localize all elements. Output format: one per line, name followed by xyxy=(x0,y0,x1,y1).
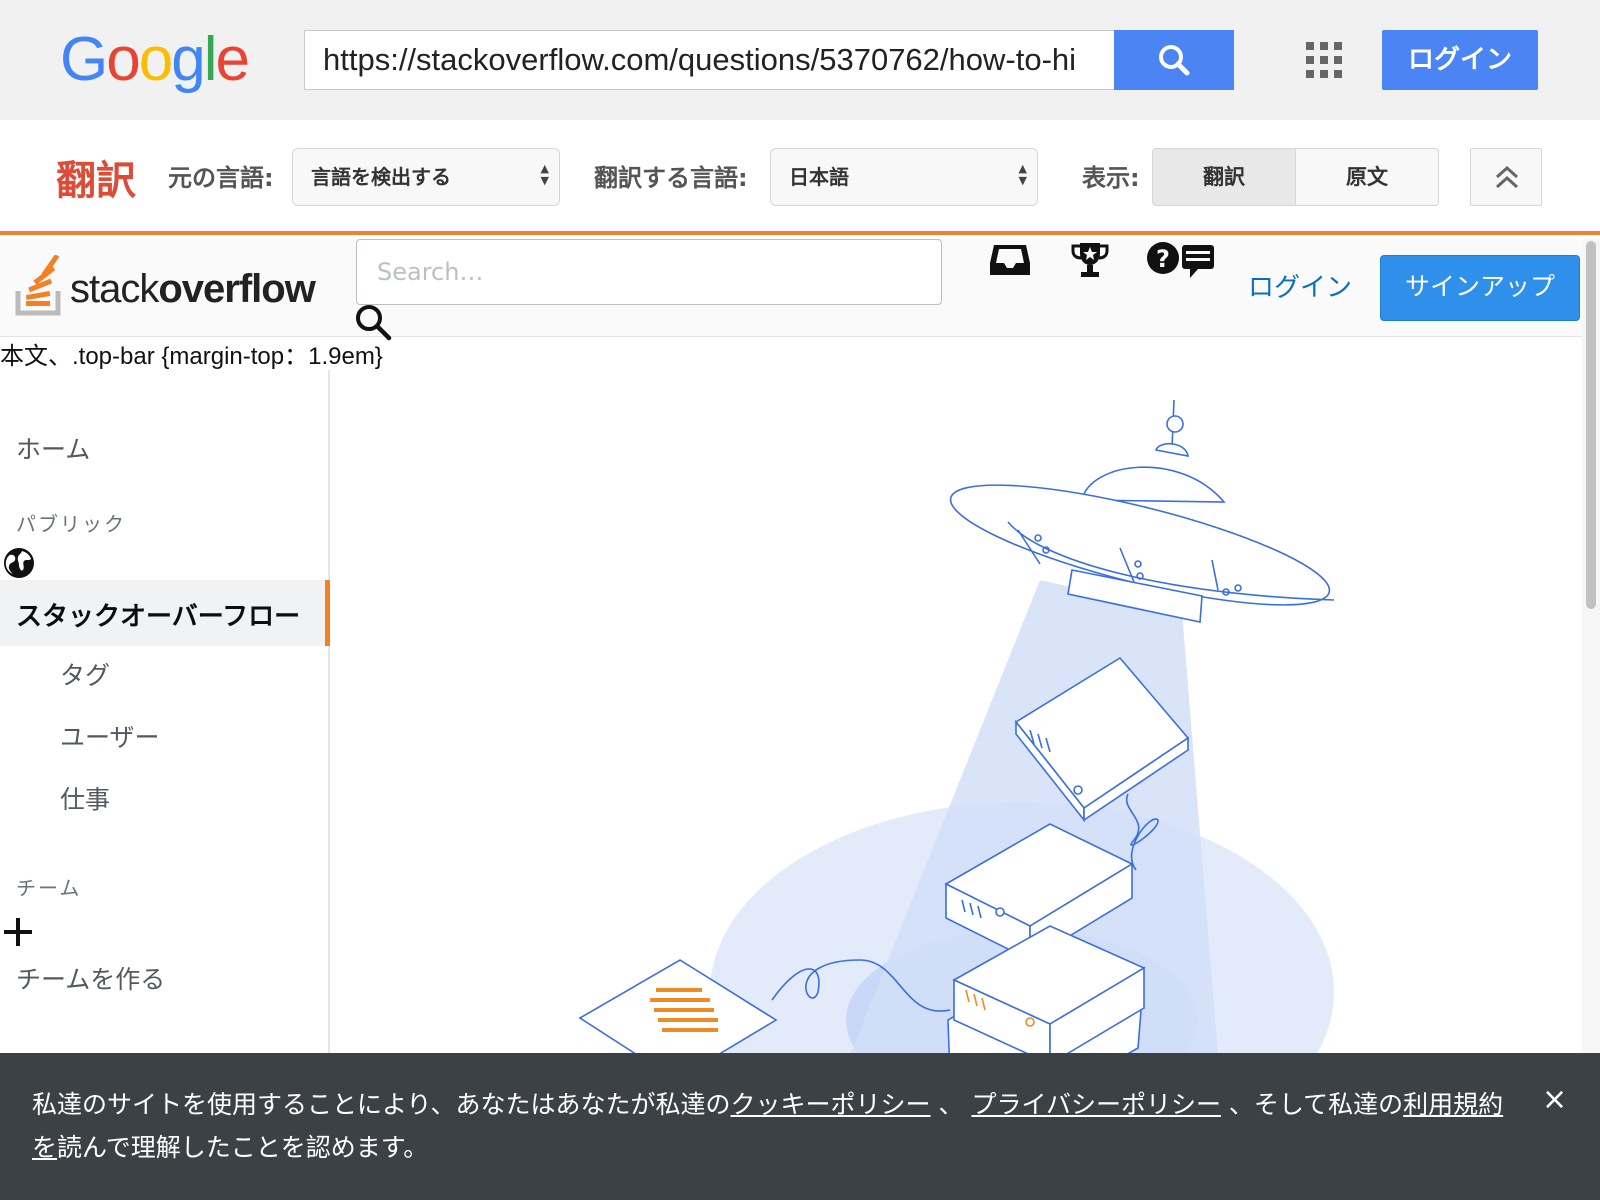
view-label: 表示: xyxy=(1082,164,1140,192)
privacy-policy-link[interactable]: プライバシーポリシー xyxy=(971,1090,1221,1119)
svg-text:?: ? xyxy=(1156,245,1170,273)
view-translated-button[interactable]: 翻訳 xyxy=(1152,148,1296,206)
cookie-banner: 私達のサイトを使用することにより、あなたはあなたが私達のクッキーポリシー 、 プ… xyxy=(0,1053,1600,1200)
target-language-label: 翻訳する言語: xyxy=(594,164,748,192)
search-icon xyxy=(1159,45,1190,76)
raw-css-text: 本文、.top-bar {margin-top：1.9em} xyxy=(0,343,383,370)
globe-icon xyxy=(4,548,34,578)
plus-icon xyxy=(4,918,32,946)
so-search-input[interactable]: Search… xyxy=(356,239,942,305)
google-login-button[interactable]: ログイン xyxy=(1382,30,1538,90)
source-language-select[interactable]: 言語を検出する ▲ ▼ xyxy=(292,148,560,206)
view-original-button[interactable]: 原文 xyxy=(1295,148,1439,206)
collapse-button[interactable] xyxy=(1470,148,1542,206)
ufo-server-illustration xyxy=(578,400,1335,1080)
url-search-button[interactable] xyxy=(1114,30,1234,90)
target-language-select[interactable]: 日本語 ▲ ▼ xyxy=(770,148,1038,206)
google-top-bar: Google https://stackoverflow.com/questio… xyxy=(0,0,1600,120)
stackoverflow-logo-icon xyxy=(15,255,61,316)
cookie-banner-text: 私達のサイトを使用することにより、あなたはあなたが私達のクッキーポリシー 、 プ… xyxy=(32,1090,1504,1162)
so-header: stackoverflow Search… ? ログイン サインアップ xyxy=(0,239,1582,341)
sidebar-item-stackoverflow[interactable]: スタックオーバーフロー xyxy=(0,580,330,646)
source-language-label: 元の言語: xyxy=(168,164,274,192)
sidebar-item-users[interactable]: ユーザー xyxy=(60,718,160,754)
trophy-icon[interactable] xyxy=(1070,241,1110,281)
chevron-up-double-icon xyxy=(1495,165,1519,189)
scrollbar-thumb[interactable] xyxy=(1586,241,1596,609)
sidebar-teams-heading: チーム xyxy=(16,876,82,900)
select-arrows-icon: ▲ ▼ xyxy=(540,162,549,187)
apps-grid-icon[interactable] xyxy=(1306,42,1342,78)
sidebar-item-home[interactable]: ホーム xyxy=(16,430,90,466)
cookie-policy-link[interactable]: クッキーポリシー xyxy=(731,1090,931,1119)
sidebar-item-tags[interactable]: タグ xyxy=(60,656,110,692)
page-scrollbar[interactable] xyxy=(1582,239,1600,1079)
help-icon[interactable]: ? xyxy=(1146,241,1218,281)
google-logo[interactable]: Google xyxy=(60,22,250,98)
url-input[interactable]: https://stackoverflow.com/questions/5370… xyxy=(304,30,1116,90)
stackoverflow-logo[interactable]: stackoverflow xyxy=(14,255,316,319)
translate-title: 翻訳 xyxy=(56,158,136,204)
create-team-link[interactable]: チームを作る xyxy=(16,960,165,996)
so-signup-button[interactable]: サインアップ xyxy=(1380,255,1580,321)
close-icon[interactable]: × xyxy=(1542,1085,1567,1115)
so-login-link[interactable]: ログイン xyxy=(1248,267,1352,304)
sidebar-public-heading: パブリック xyxy=(16,512,126,536)
select-arrows-icon: ▲ ▼ xyxy=(1018,162,1027,187)
sidebar-item-jobs[interactable]: 仕事 xyxy=(60,780,110,816)
translate-bar: 翻訳 元の言語: 言語を検出する ▲ ▼ 翻訳する言語: 日本語 ▲ ▼ 表示: 翻… xyxy=(0,120,1600,235)
left-sidebar: ホーム パブリック スタックオーバーフロー タグ ユーザー 仕事 チーム チーム… xyxy=(0,370,330,1080)
inbox-icon[interactable] xyxy=(988,241,1032,281)
